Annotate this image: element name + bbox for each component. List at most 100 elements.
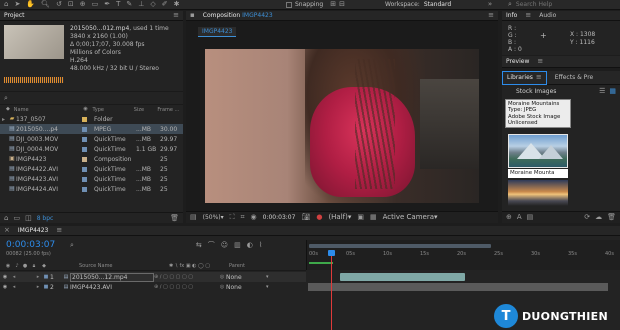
label-color-swatch[interactable] <box>82 126 87 132</box>
list-view-icon[interactable]: ☰ <box>599 87 605 95</box>
label-color-swatch[interactable] <box>82 116 87 122</box>
stock-thumbnail-sunset[interactable] <box>508 180 568 206</box>
clone-stamp-icon[interactable]: ⊥ <box>138 1 144 8</box>
resolution-dropdown[interactable]: (Half) ▾ <box>328 214 351 221</box>
project-item[interactable]: ▤ IMGP4422.AVI QuickTime ...MB 25 <box>0 164 183 174</box>
type-tool-icon[interactable]: T <box>116 1 120 8</box>
panel-menu-icon[interactable]: ≡ <box>525 12 531 19</box>
label-color-swatch[interactable] <box>82 136 87 142</box>
label-swatch[interactable]: ■ <box>42 284 50 290</box>
playhead[interactable] <box>331 250 333 330</box>
panel-menu-icon[interactable]: ≡ <box>537 58 543 65</box>
frame-blending-icon[interactable]: ▥ <box>234 242 241 249</box>
project-item[interactable]: ▤ IMGP4424.AVI QuickTime ...MB 25 <box>0 184 183 194</box>
col-source-name[interactable]: Source Name <box>79 263 169 269</box>
tab-composition[interactable]: Composition IMGP4423 <box>203 12 273 19</box>
timeline-layer-row[interactable]: ◉ ◂ ▸ ■ 1 ▤ 2015050...12.mp4 ⊕ ∕ ▢ ▢ ▢ ▢ ▢ ◎ None… <box>0 272 306 282</box>
expand-arrow-icon[interactable]: ▸ <box>34 284 42 290</box>
col-size[interactable]: Size <box>134 107 158 113</box>
tab-timeline-comp[interactable]: IMGP4423 <box>18 227 48 234</box>
audio-speaker-icon[interactable]: ◂ <box>10 284 18 290</box>
transparency-grid-icon[interactable]: ▦ <box>370 214 377 221</box>
timeline-layer-row[interactable]: ◉ ◂ ▸ ■ 2 ▤ IMGP4423.AVI ⊕ ∕ ▢ ▢ ▢ ▢ ▢ ◎ None ▾ <box>0 282 306 292</box>
visibility-eye-icon[interactable]: ◉ <box>0 274 10 280</box>
solo-column-icon[interactable]: ● <box>21 263 29 269</box>
home-icon[interactable]: ⌂ <box>4 1 8 8</box>
parent-select[interactable]: None <box>226 274 266 281</box>
label-column-icon[interactable]: ◆ <box>39 263 49 269</box>
rectangle-tool-icon[interactable]: ▭ <box>92 1 99 8</box>
search-icon[interactable]: ⌕ <box>70 242 74 249</box>
fit-icon[interactable]: ⛶ <box>230 214 235 221</box>
layer-bar-1[interactable] <box>340 273 465 281</box>
pen-tool-icon[interactable]: ✒ <box>104 1 110 8</box>
snap-options-icon[interactable]: ⊞ <box>330 1 336 8</box>
audio-column-icon[interactable]: ♪ <box>13 263 21 269</box>
add-graphic-icon[interactable]: ⊕ <box>506 214 512 221</box>
shy-icon[interactable]: ☺ <box>221 242 228 249</box>
parent-pickwhip-icon[interactable]: ◎ <box>218 274 226 280</box>
color-channel-icon[interactable]: ● <box>316 214 322 221</box>
label-color-swatch[interactable] <box>82 146 87 152</box>
comp-flowchart-icon[interactable]: ⇆ <box>196 242 202 249</box>
selection-tool-icon[interactable]: ➤ <box>14 1 20 8</box>
label-color-swatch[interactable] <box>82 186 87 192</box>
panel-menu-icon[interactable]: ≡ <box>488 12 494 19</box>
always-preview-icon[interactable]: ▤ <box>190 214 197 221</box>
visibility-eye-icon[interactable]: ◉ <box>0 284 10 290</box>
label-color-swatch[interactable] <box>82 176 87 182</box>
layer-name[interactable]: 2015050...12.mp4 <box>70 272 154 282</box>
tab-preview[interactable]: Preview <box>506 58 529 65</box>
project-item[interactable]: ▤ IMGP4423.AVI QuickTime ...MB 25 <box>0 174 183 184</box>
parent-select[interactable]: None <box>226 284 266 291</box>
panel-menu-icon[interactable]: ≡ <box>56 227 62 234</box>
lock-column-icon[interactable]: 🔒︎ <box>29 263 39 269</box>
snap-toggle-icon[interactable]: ⊟ <box>339 1 345 8</box>
tab-libraries[interactable]: Libraries ≡ <box>502 70 547 85</box>
camera-dropdown[interactable]: Active Camera ▾ <box>383 214 438 221</box>
delete-icon[interactable]: 🗑︎ <box>170 214 179 222</box>
tag-icon[interactable]: ◉ <box>79 107 93 112</box>
audio-speaker-icon[interactable]: ◂ <box>10 274 18 280</box>
project-item[interactable]: ▤ DJI_0003.MOV QuickTime ...MB 29.97 <box>0 134 183 144</box>
comp-timecode[interactable]: 0:00:03:07 <box>263 214 296 221</box>
workspace-select[interactable]: Standard <box>424 1 484 8</box>
search-help-input[interactable] <box>515 1 616 8</box>
rotate-tool-icon[interactable]: ↺ <box>56 1 62 8</box>
tab-audio[interactable]: Audio <box>539 12 556 19</box>
chevron-down-icon[interactable]: ▾ <box>266 284 269 290</box>
camera-tool-icon[interactable]: ⊡ <box>68 1 74 8</box>
comp-subtab[interactable]: IMGP4423 <box>198 27 237 37</box>
tab-effects-presets[interactable]: Effects & Pre <box>555 74 593 81</box>
zoom-tool-icon[interactable]: 🔍︎ <box>41 1 50 8</box>
parent-pickwhip-icon[interactable]: ◎ <box>218 284 226 290</box>
roto-brush-icon[interactable]: ✐ <box>162 1 168 8</box>
brush-tool-icon[interactable]: ✎ <box>126 1 132 8</box>
region-interest-icon[interactable]: ▣ <box>357 214 364 221</box>
layer-switches[interactable]: ⊕ ∕ ▢ ▢ ▢ ▢ ▢ <box>154 274 218 280</box>
bit-depth-button[interactable]: 8 bpc <box>37 215 54 222</box>
new-composition-icon[interactable]: ◫ <box>25 214 32 222</box>
chevron-down-icon[interactable]: ▾ <box>266 274 269 280</box>
stock-thumbnail-mountains[interactable] <box>508 134 568 168</box>
add-text-icon[interactable]: A <box>517 214 522 221</box>
layer-switches[interactable]: ⊕ ∕ ▢ ▢ ▢ ▢ ▢ <box>154 284 218 290</box>
graph-editor-icon[interactable]: ⌇ <box>259 242 262 249</box>
project-item[interactable]: ▤ 2015050....p4 MPEG ...MB 30.00 <box>0 124 183 134</box>
col-frame[interactable]: Frame ... <box>157 107 181 113</box>
close-icon[interactable]: × <box>4 227 10 234</box>
playhead-handle[interactable] <box>328 250 336 256</box>
panel-menu-icon[interactable]: ≡ <box>173 12 179 19</box>
hand-tool-icon[interactable]: ✋ <box>26 1 35 8</box>
new-folder-icon[interactable]: ▭ <box>13 214 20 222</box>
camera-snapshot-icon[interactable]: 📷︎ <box>301 214 310 221</box>
layer-bar-2[interactable] <box>308 283 608 291</box>
switches-icon[interactable]: ✱ ∖ fx ▣ ◐ ◯ ▢ <box>169 263 229 269</box>
grid-icon[interactable]: ⌗ <box>241 214 245 221</box>
delete-icon[interactable]: 🗑︎ <box>607 214 616 221</box>
draft-3d-icon[interactable]: ⌒ <box>208 242 215 249</box>
project-item[interactable]: ▣ IMGP4423 Composition 25 <box>0 154 183 164</box>
eraser-icon[interactable]: ◇ <box>150 1 155 8</box>
add-color-icon[interactable]: ▤ <box>527 214 534 221</box>
motion-blur-icon[interactable]: ◐ <box>247 242 253 249</box>
